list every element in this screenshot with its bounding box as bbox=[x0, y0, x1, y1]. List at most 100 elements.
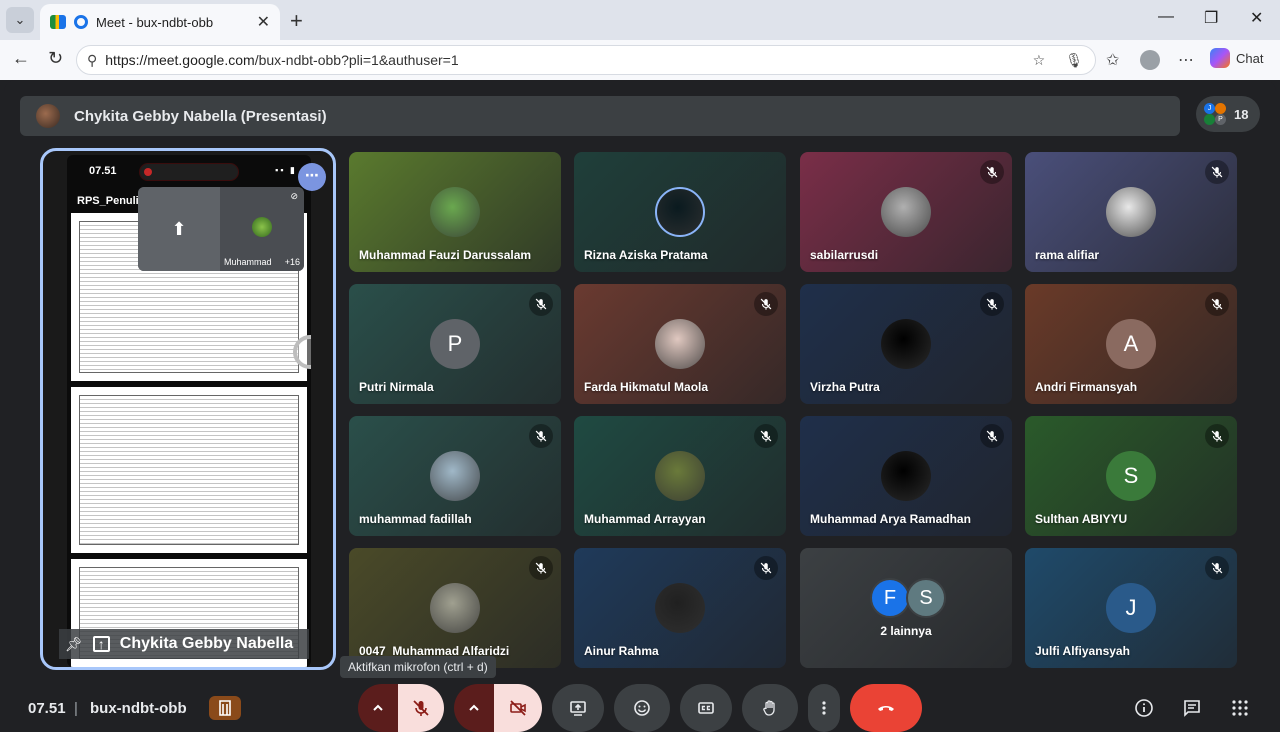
document-page bbox=[71, 387, 307, 553]
muted-mic-icon bbox=[1205, 160, 1229, 184]
tab-search-button[interactable]: ⌄ bbox=[6, 7, 34, 33]
camera-off-icon bbox=[510, 700, 526, 716]
meeting-details-button[interactable] bbox=[1133, 697, 1155, 719]
present-icon bbox=[570, 701, 586, 716]
participant-tile[interactable]: Muhammad Arrayyan bbox=[574, 416, 786, 536]
microphone-toggle-button[interactable] bbox=[398, 684, 444, 732]
info-icon bbox=[1135, 699, 1153, 717]
participant-tile[interactable]: A Andri Firmansyah bbox=[1025, 284, 1237, 404]
participant-name: Muhammad Arya Ramadhan bbox=[810, 512, 971, 526]
raise-hand-button[interactable] bbox=[742, 684, 798, 732]
url-host: https://meet.google.com bbox=[105, 52, 255, 68]
tile-options-button[interactable]: ⋯ bbox=[298, 163, 326, 191]
minimize-button[interactable]: — bbox=[1158, 8, 1174, 26]
avatar bbox=[881, 187, 931, 237]
back-button[interactable]: ← bbox=[12, 48, 30, 69]
reactions-button[interactable] bbox=[614, 684, 670, 732]
muted-mic-icon bbox=[754, 424, 778, 448]
captions-button[interactable] bbox=[680, 684, 732, 732]
activities-button[interactable] bbox=[1229, 697, 1251, 719]
bookmark-star-icon[interactable]: ☆ bbox=[1033, 52, 1046, 69]
muted-mic-icon bbox=[754, 292, 778, 316]
tab-title: Meet - bux-ndbt-obb bbox=[96, 14, 214, 30]
end-call-icon bbox=[878, 706, 894, 711]
audio-options-button[interactable] bbox=[358, 684, 398, 732]
apps-grid-icon bbox=[1232, 700, 1248, 716]
presentation-tile[interactable]: 07.51 ▪▪ ▮ RPS_Penuli ⬆ ⊘ Muhammad +16 ⋯… bbox=[40, 148, 336, 670]
more-menu-icon[interactable]: ⋯ bbox=[1178, 50, 1194, 70]
url-path: /bux-ndbt-obb?pli=1&authuser=1 bbox=[254, 52, 459, 68]
building-icon bbox=[219, 700, 231, 716]
participant-tile[interactable]: FS 2 lainnya bbox=[800, 548, 1012, 668]
muted-mic-icon bbox=[980, 292, 1004, 316]
participant-tile[interactable]: rama alifiar bbox=[1025, 152, 1237, 272]
browser-tab[interactable]: Meet - bux-ndbt-obb ✕ bbox=[40, 4, 280, 40]
video-options-button[interactable] bbox=[454, 684, 494, 732]
close-tab-icon[interactable]: ✕ bbox=[257, 12, 270, 32]
reload-button[interactable]: ↻ bbox=[48, 48, 63, 69]
more-options-button[interactable] bbox=[808, 684, 840, 732]
emoji-icon bbox=[634, 700, 650, 716]
profile-avatar[interactable] bbox=[1140, 50, 1160, 70]
hand-icon bbox=[763, 700, 775, 716]
meet-favicon-icon bbox=[50, 15, 66, 29]
present-screen-button[interactable] bbox=[552, 684, 604, 732]
avatar: S bbox=[906, 578, 946, 618]
chat-label: Chat bbox=[1236, 50, 1264, 66]
recording-icon bbox=[74, 15, 88, 29]
new-tab-button[interactable]: + bbox=[290, 8, 303, 34]
avatar bbox=[881, 319, 931, 369]
presenting-icon: ↑ bbox=[92, 636, 110, 652]
copilot-chat-button[interactable]: Chat bbox=[1210, 48, 1263, 68]
url-input[interactable]: ⚲ https://meet.google.com/bux-ndbt-obb?p… bbox=[76, 45, 1096, 75]
participant-tile[interactable]: sabilarrusdi bbox=[800, 152, 1012, 272]
presentation-banner: Chykita Gebby Nabella (Presentasi) bbox=[20, 96, 1180, 136]
participant-tile[interactable]: Virzha Putra bbox=[800, 284, 1012, 404]
meeting-code: bux-ndbt-obb bbox=[90, 700, 187, 717]
leave-call-button[interactable] bbox=[850, 684, 922, 732]
share-screen-icon: ⬆ bbox=[138, 187, 220, 271]
participant-tile[interactable]: Ainur Rahma bbox=[574, 548, 786, 668]
muted-mic-icon bbox=[980, 160, 1004, 184]
participants-count: 18 bbox=[1234, 106, 1249, 122]
document-title: RPS_Penuli bbox=[77, 195, 139, 207]
avatar bbox=[430, 451, 480, 501]
participant-name: Rizna Aziska Pratama bbox=[584, 248, 708, 262]
participant-tile[interactable]: Muhammad Arya Ramadhan bbox=[800, 416, 1012, 536]
camera-toggle-button[interactable] bbox=[494, 684, 542, 732]
mic-tooltip: Aktifkan mikrofon (ctrl + d) bbox=[340, 656, 496, 678]
participant-name: Muhammad Arrayyan bbox=[584, 512, 706, 526]
meeting-info-badge[interactable] bbox=[209, 696, 241, 720]
participants-button[interactable]: J P 18 bbox=[1196, 96, 1260, 132]
participant-tile[interactable]: J Julfi Alfiyansyah bbox=[1025, 548, 1237, 668]
restore-button[interactable]: ❐ bbox=[1204, 8, 1218, 28]
phone-meet-overlay: ⬆ ⊘ Muhammad +16 bbox=[138, 187, 304, 271]
voice-search-icon[interactable]: 🎙︎ bbox=[1065, 52, 1083, 69]
mini-avatar bbox=[252, 217, 272, 237]
avatar bbox=[655, 583, 705, 633]
pip-more-count: +16 bbox=[284, 257, 300, 267]
participant-avatars: J P bbox=[1204, 103, 1226, 125]
participant-tile[interactable]: S Sulthan ABIYYU bbox=[1025, 416, 1237, 536]
presenter-name: Chykita Gebby Nabella bbox=[119, 635, 294, 652]
participant-name: sabilarrusdi bbox=[810, 248, 879, 262]
copilot-icon bbox=[1210, 48, 1230, 68]
muted-mic-icon bbox=[754, 556, 778, 580]
close-window-button[interactable]: ✕ bbox=[1250, 8, 1263, 28]
muted-mic-icon bbox=[980, 424, 1004, 448]
site-info-icon[interactable]: ⚲ bbox=[87, 52, 97, 69]
avatar: A bbox=[1106, 319, 1156, 369]
participant-tile[interactable]: 0047_Muhammad Alfaridzi bbox=[349, 548, 561, 668]
participant-tile[interactable]: Muhammad Fauzi Darussalam bbox=[349, 152, 561, 272]
participant-tile[interactable]: Rizna Aziska Pratama bbox=[574, 152, 786, 272]
participant-tile[interactable]: P Putri Nirmala bbox=[349, 284, 561, 404]
participant-tile[interactable]: Farda Hikmatul Maola bbox=[574, 284, 786, 404]
participant-tile[interactable]: muhammad fadillah bbox=[349, 416, 561, 536]
avatar bbox=[430, 187, 480, 237]
chat-icon bbox=[1184, 700, 1200, 717]
chat-button[interactable] bbox=[1181, 697, 1203, 719]
participant-name: Ainur Rahma bbox=[584, 644, 659, 658]
favorites-icon[interactable]: ✩ bbox=[1106, 50, 1119, 70]
others-avatars: FS bbox=[870, 578, 946, 618]
participant-name: Virzha Putra bbox=[810, 380, 880, 394]
